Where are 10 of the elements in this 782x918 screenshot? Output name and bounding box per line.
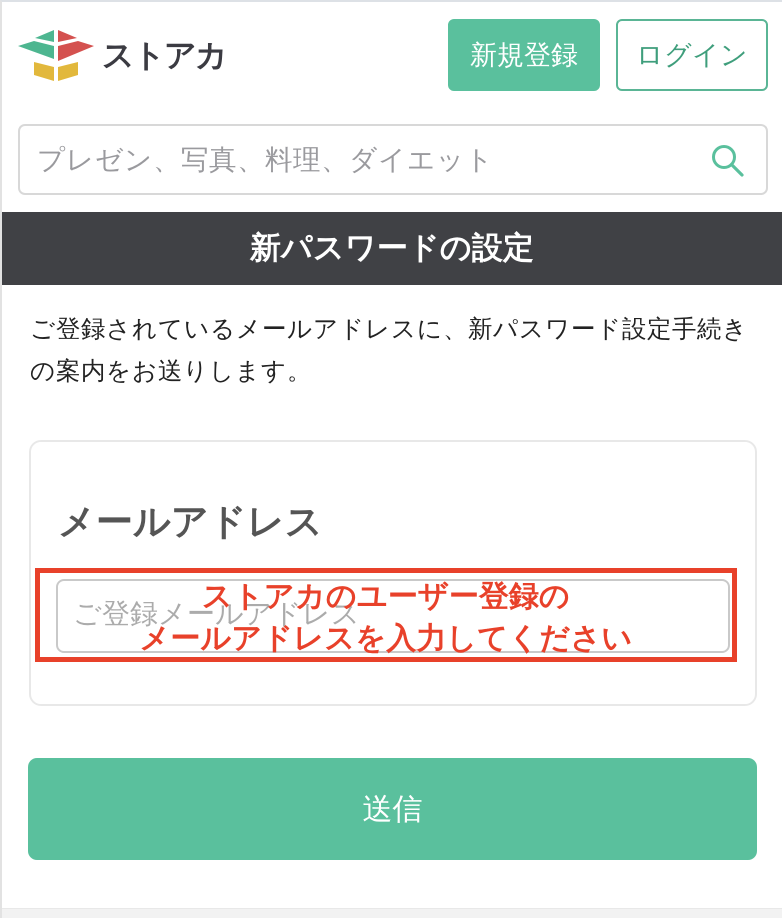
description-text: ご登録されているメールアドレスに、新パスワード設定手続きの案内をお送りします。 xyxy=(30,315,749,387)
page-title: 新パスワードの設定 xyxy=(2,212,782,285)
submit-button[interactable]: 送信 xyxy=(28,758,757,860)
field-label: メールアドレス xyxy=(58,500,324,543)
login-button[interactable]: ログイン xyxy=(616,19,768,91)
search-field[interactable]: プレゼン、写真、料理、ダイエット xyxy=(18,124,768,195)
logo-link[interactable]: ストアカ xyxy=(18,29,226,81)
logo-icon xyxy=(18,29,94,81)
search-icon[interactable] xyxy=(711,144,744,177)
signup-button[interactable]: 新規登録 xyxy=(448,19,600,91)
